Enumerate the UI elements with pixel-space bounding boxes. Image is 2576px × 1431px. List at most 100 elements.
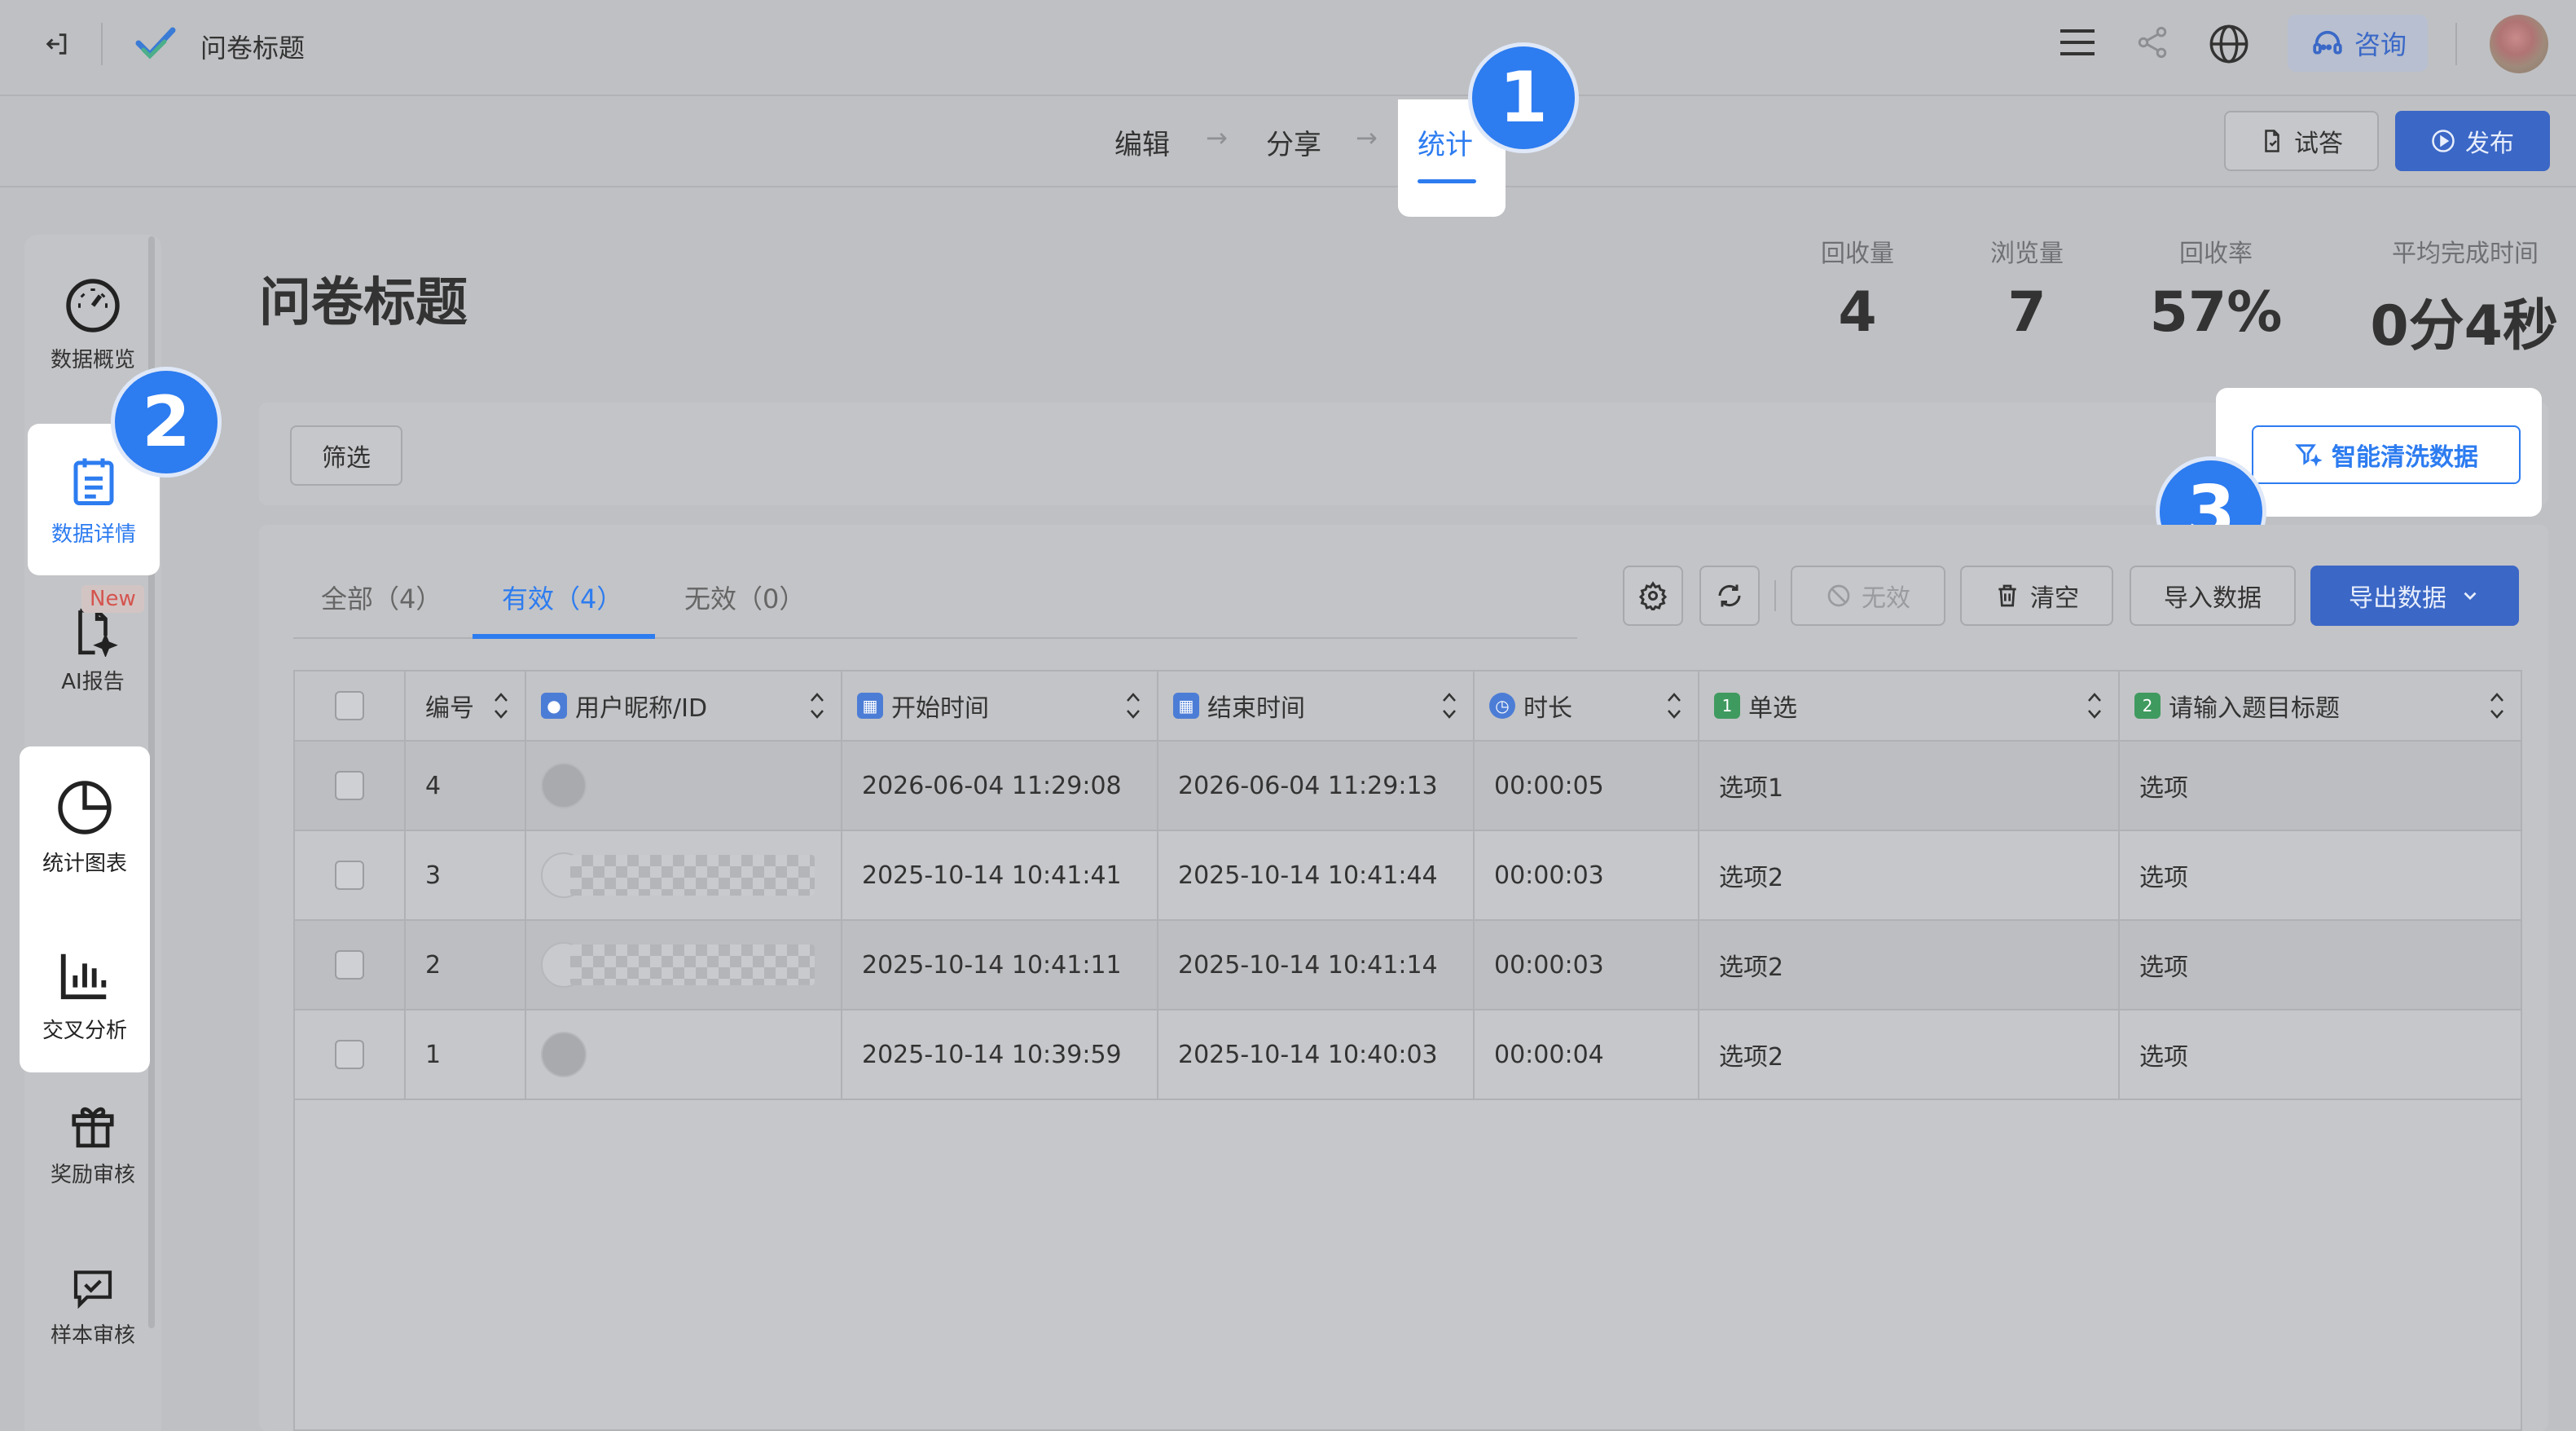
row-checkbox[interactable]: [335, 771, 364, 800]
filter-label: 筛选: [322, 444, 371, 473]
sort-icon[interactable]: [2488, 689, 2506, 722]
back-icon[interactable]: [37, 24, 77, 64]
column-header-question-2[interactable]: 2 请输入题目标题: [2120, 671, 2521, 740]
cell-id: 4: [406, 742, 526, 830]
cell-q2: 选项: [2139, 1043, 2188, 1072]
question-number-badge: 2: [2134, 693, 2161, 719]
metric-response-rate: 回收率 57%: [2134, 233, 2297, 345]
sidebar-item-cross-analysis[interactable]: 交叉分析: [20, 934, 150, 1056]
smart-clean-label: 智能清洗数据: [2332, 443, 2478, 472]
smart-clean-button[interactable]: 智能清洗数据: [2252, 425, 2521, 484]
cell-start: 2025-10-14 10:41:41: [842, 831, 1158, 919]
metric-responses: 回收量 4: [1776, 233, 1939, 345]
sidebar-item-label: 奖励审核: [50, 1162, 135, 1187]
metric-label: 浏览量: [1990, 240, 2064, 268]
sidebar-item-overview[interactable]: 数据概览: [24, 267, 161, 381]
clear-button[interactable]: 清空: [1960, 566, 2113, 626]
column-header-user[interactable]: ● 用户昵称/ID: [526, 671, 842, 740]
cell-duration: 00:00:03: [1475, 921, 1699, 1009]
cell-end: 2025-10-14 10:40:03: [1158, 1011, 1475, 1099]
tab-all[interactable]: 全部（4）: [321, 579, 442, 616]
menu-icon[interactable]: [2056, 21, 2099, 64]
table-row[interactable]: 4 2026-06-04 11:29:08 2026-06-04 11:29:1…: [295, 742, 2521, 831]
document-icon: [2265, 130, 2279, 152]
table-row[interactable]: 1 2025-10-14 10:39:59 2025-10-14 10:40:0…: [295, 1011, 2521, 1100]
clock-icon: ◷: [1489, 693, 1515, 719]
step-edit[interactable]: 编辑: [1114, 122, 1170, 162]
sidebar-item-sample-review[interactable]: 样本审核: [24, 1245, 161, 1367]
sidebar-item-label: 样本审核: [50, 1323, 135, 1348]
callout-badge-2: 2: [111, 367, 222, 478]
sort-icon[interactable]: [1124, 689, 1142, 722]
share-icon[interactable]: [2131, 21, 2174, 64]
sort-icon[interactable]: [1440, 689, 1458, 722]
column-label: 请输入题目标题: [2169, 694, 2340, 723]
metric-value: 7: [2007, 280, 2046, 345]
cell-user[interactable]: [526, 742, 842, 830]
cell-q2: 选项: [2139, 953, 2188, 982]
tab-invalid[interactable]: 无效（0）: [684, 579, 805, 616]
metric-views: 浏览量 7: [1945, 233, 2108, 345]
try-button[interactable]: 试答: [2224, 111, 2379, 171]
table-header: 编号 ● 用户昵称/ID ▦ 开始时间 ▦ 结束时间 ◷ 时长 1 单选 2 请…: [295, 671, 2521, 742]
column-label: 用户昵称/ID: [575, 694, 708, 723]
sidebar-item-label: 数据详情: [51, 522, 136, 547]
calendar-icon: ▦: [1173, 693, 1199, 719]
ai-report-icon: [78, 608, 118, 657]
sidebar-item-charts[interactable]: 统计图表: [20, 766, 150, 888]
column-header-single-choice[interactable]: 1 单选: [1699, 671, 2120, 740]
toolbar-divider: [1774, 580, 1776, 611]
top-bar: [0, 0, 2576, 96]
table-row[interactable]: 3 2025-10-14 10:41:41 2025-10-14 10:41:4…: [295, 831, 2521, 921]
globe-icon[interactable]: [2206, 21, 2252, 67]
row-checkbox[interactable]: [335, 1040, 364, 1069]
sidebar-item-label: 交叉分析: [42, 1018, 127, 1043]
metric-label: 平均完成时间: [2392, 240, 2539, 268]
row-checkbox[interactable]: [335, 950, 364, 980]
blurred-username: [570, 944, 815, 985]
cell-single: 选项1: [1699, 742, 2120, 830]
column-header-end-time[interactable]: ▦ 结束时间: [1158, 671, 1475, 740]
headset-icon: [2313, 30, 2342, 55]
refresh-button[interactable]: [1699, 566, 1760, 626]
export-button[interactable]: 导出数据: [2310, 566, 2519, 626]
publish-button[interactable]: 发布: [2395, 111, 2550, 171]
step-share[interactable]: 分享: [1266, 122, 1321, 162]
filter-button[interactable]: 筛选: [290, 425, 402, 486]
table-row[interactable]: 2 2025-10-14 10:41:11 2025-10-14 10:41:1…: [295, 921, 2521, 1011]
user-avatar[interactable]: [2490, 15, 2548, 73]
tab-valid[interactable]: 有效（4）: [502, 579, 622, 616]
import-button[interactable]: 导入数据: [2130, 566, 2296, 626]
invalid-button[interactable]: 无效: [1791, 566, 1945, 626]
message-check-icon: [73, 1270, 112, 1309]
sort-icon[interactable]: [2086, 689, 2103, 722]
sort-icon[interactable]: [808, 689, 826, 722]
sort-icon[interactable]: [1665, 689, 1683, 722]
cell-user[interactable]: [526, 1011, 842, 1099]
invalid-label: 无效: [1862, 584, 1910, 613]
cell-duration: 00:00:05: [1475, 742, 1699, 830]
column-header-start-time[interactable]: ▦ 开始时间: [842, 671, 1158, 740]
arrow-right-icon: →: [1356, 122, 1378, 153]
cell-single: 选项2: [1699, 921, 2120, 1009]
row-checkbox[interactable]: [335, 861, 364, 890]
select-all-checkbox[interactable]: [335, 691, 364, 720]
consult-button[interactable]: 咨询: [2288, 15, 2428, 72]
metric-label: 回收量: [1821, 240, 1894, 268]
settings-button[interactable]: [1623, 566, 1683, 626]
data-table: 编号 ● 用户昵称/ID ▦ 开始时间 ▦ 结束时间 ◷ 时长 1 单选 2 请…: [293, 670, 2522, 1431]
arrow-right-icon: →: [1206, 122, 1228, 153]
column-header-duration[interactable]: ◷ 时长: [1475, 671, 1699, 740]
avatar: [541, 763, 587, 808]
metric-label: 回收率: [2179, 240, 2253, 268]
cell-user[interactable]: [526, 831, 842, 919]
sort-icon[interactable]: [492, 689, 510, 722]
app-title: 问卷标题: [200, 33, 306, 64]
sidebar-item-reward-review[interactable]: 奖励审核: [24, 1082, 161, 1204]
cell-user[interactable]: [526, 921, 842, 1009]
page-title: 问卷标题: [259, 273, 468, 333]
column-header-id[interactable]: 编号: [406, 671, 526, 740]
row-checkbox-cell: [295, 921, 406, 1009]
export-label: 导出数据: [2349, 584, 2446, 613]
avatar: [541, 1032, 587, 1077]
